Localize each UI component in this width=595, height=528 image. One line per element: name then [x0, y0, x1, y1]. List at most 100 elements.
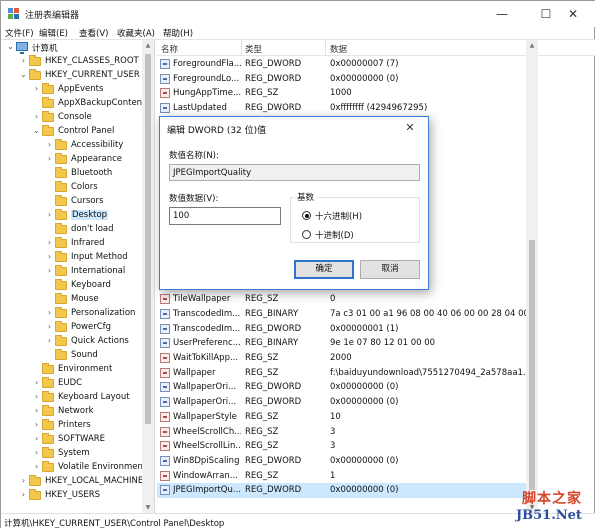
value-row[interactable]: WindowArran... REG_SZ 1	[157, 469, 526, 484]
value-row[interactable]: TranscodedIm... REG_BINARY 7a c3 01 00 a1 …	[157, 307, 526, 322]
tree-item[interactable]: › Infrared	[1, 237, 149, 251]
chevron-right-icon[interactable]: ›	[32, 420, 41, 429]
menu-edit[interactable]: 编辑(E)	[39, 27, 68, 39]
scroll-up-icon[interactable]: ▲	[526, 40, 538, 52]
chevron-right-icon[interactable]: ›	[45, 252, 54, 261]
decimal-radio-label[interactable]: 十进制(D)	[315, 229, 354, 241]
column-type-header[interactable]: 类型	[245, 43, 262, 55]
value-row[interactable]: WaitToKillApp... REG_SZ 2000	[157, 351, 526, 366]
dialog-close-icon[interactable]: ✕	[396, 119, 424, 137]
ok-button[interactable]: 确定	[294, 260, 354, 279]
value-row[interactable]: LastUpdated REG_DWORD 0xffffffff (42949672…	[157, 101, 526, 116]
value-row[interactable]: WallpaperOri... REG_DWORD 0x00000000 (0)	[157, 380, 526, 395]
chevron-right-icon[interactable]: ›	[45, 210, 54, 219]
value-row[interactable]: Wallpaper REG_SZ f:\baiduyundownload\75512…	[157, 366, 526, 381]
chevron-right-icon[interactable]: ›	[32, 406, 41, 415]
tree-item[interactable]: › Volatile Environment	[1, 461, 149, 475]
tree-item[interactable]: › Accessibility	[1, 139, 149, 153]
tree-item[interactable]: Bluetooth	[1, 167, 149, 181]
tree-item[interactable]: › Printers	[1, 419, 149, 433]
tree-item[interactable]: ⌄ HKEY_CURRENT_USER	[1, 69, 149, 83]
menu-view[interactable]: 查看(V)	[79, 27, 108, 39]
chevron-right-icon[interactable]: ›	[32, 112, 41, 121]
value-row[interactable]: UserPreferenc... REG_BINARY 9e 1e 07 80 12…	[157, 336, 526, 351]
minimize-icon[interactable]: —	[479, 1, 525, 27]
value-row[interactable]: TileWallpaper REG_SZ 0	[157, 292, 526, 307]
menu-favorites[interactable]: 收藏夹(A)	[117, 27, 155, 39]
hex-radio-label[interactable]: 十六进制(H)	[315, 210, 362, 222]
column-data-header[interactable]: 数据	[330, 43, 347, 55]
chevron-right-icon[interactable]: ›	[32, 378, 41, 387]
value-row[interactable]: ForegroundLo... REG_DWORD 0x00000000 (0)	[157, 72, 526, 87]
tree-scrollbar[interactable]: ▲ ▼	[142, 40, 154, 514]
list-scroll-thumb[interactable]	[529, 240, 535, 490]
chevron-right-icon[interactable]: ›	[32, 84, 41, 93]
value-row[interactable]: WallpaperOri... REG_DWORD 0x00000000 (0)	[157, 395, 526, 410]
tree-item[interactable]: › Desktop	[1, 209, 149, 223]
tree-item[interactable]: › EUDC	[1, 377, 149, 391]
tree-item[interactable]: ⌄ Control Panel	[1, 125, 149, 139]
chevron-right-icon[interactable]: ›	[19, 56, 28, 65]
chevron-down-icon[interactable]: ⌄	[32, 126, 41, 135]
tree-item[interactable]: Keyboard	[1, 279, 149, 293]
tree-item[interactable]: Mouse	[1, 293, 149, 307]
column-name-header[interactable]: 名称	[161, 43, 178, 55]
chevron-right-icon[interactable]: ›	[32, 392, 41, 401]
tree-item[interactable]: › Input Method	[1, 251, 149, 265]
tree-item[interactable]: › AppEvents	[1, 83, 149, 97]
tree-item[interactable]: › Keyboard Layout	[1, 391, 149, 405]
tree-item[interactable]: › Quick Actions	[1, 335, 149, 349]
chevron-right-icon[interactable]: ›	[19, 490, 28, 499]
value-row[interactable]: ForegroundFla... REG_DWORD 0x00000007 (7)	[157, 57, 526, 72]
tree-item[interactable]: › HKEY_LOCAL_MACHINE	[1, 475, 149, 489]
chevron-down-icon[interactable]: ⌄	[19, 70, 28, 79]
tree-item[interactable]: › Network	[1, 405, 149, 419]
decimal-radio[interactable]	[302, 230, 311, 239]
chevron-right-icon[interactable]: ›	[45, 238, 54, 247]
tree-item[interactable]: › HKEY_CLASSES_ROOT	[1, 55, 149, 69]
tree-item[interactable]: › Appearance	[1, 153, 149, 167]
value-row[interactable]: WheelScrollCh... REG_SZ 3	[157, 425, 526, 440]
tree-item[interactable]: AppXBackupContentType	[1, 97, 154, 111]
chevron-right-icon[interactable]: ›	[45, 336, 54, 345]
list-scrollbar[interactable]: ▲ ▼	[526, 40, 538, 514]
value-row[interactable]: JPEGImportQu... REG_DWORD 0x00000000 (0)	[157, 483, 526, 498]
chevron-right-icon[interactable]: ›	[32, 434, 41, 443]
chevron-right-icon[interactable]: ›	[45, 266, 54, 275]
value-row[interactable]: HungAppTime... REG_SZ 1000	[157, 86, 526, 101]
menu-help[interactable]: 帮助(H)	[163, 27, 193, 39]
hex-radio[interactable]	[302, 211, 311, 220]
value-row[interactable]: WallpaperStyle REG_SZ 10	[157, 410, 526, 425]
tree-item[interactable]: › Console	[1, 111, 149, 125]
chevron-right-icon[interactable]: ›	[45, 154, 54, 163]
chevron-right-icon[interactable]: ›	[32, 462, 41, 471]
chevron-right-icon[interactable]: ›	[45, 308, 54, 317]
column-divider[interactable]	[325, 40, 326, 56]
menu-file[interactable]: 文件(F)	[5, 27, 34, 39]
tree-item[interactable]: › International	[1, 265, 149, 279]
value-row[interactable]: Win8DpiScaling REG_DWORD 0x00000000 (0)	[157, 454, 526, 469]
value-row[interactable]: TranscodedIm... REG_DWORD 0x00000001 (1)	[157, 322, 526, 337]
chevron-right-icon[interactable]: ›	[45, 140, 54, 149]
value-data-input[interactable]: 100	[169, 207, 281, 225]
tree-item[interactable]: › HKEY_USERS	[1, 489, 149, 503]
tree-item[interactable]: Cursors	[1, 195, 149, 209]
chevron-down-icon[interactable]: ⌄	[6, 42, 15, 51]
chevron-right-icon[interactable]: ›	[45, 322, 54, 331]
value-row[interactable]: WheelScrollLin... REG_SZ 3	[157, 439, 526, 454]
tree-item[interactable]: › SOFTWARE	[1, 433, 149, 447]
tree-item[interactable]: Sound	[1, 349, 149, 363]
tree-item[interactable]: ⌄ 计算机	[1, 41, 149, 55]
tree-item[interactable]: Environment	[1, 363, 149, 377]
close-icon[interactable]: ✕	[550, 1, 595, 27]
tree-item[interactable]: › System	[1, 447, 149, 461]
tree-scroll-thumb[interactable]	[145, 54, 151, 424]
tree-item[interactable]: › PowerCfg	[1, 321, 149, 335]
tree-item[interactable]: Colors	[1, 181, 149, 195]
tree-item[interactable]: don't load	[1, 223, 149, 237]
tree-item[interactable]: › Personalization	[1, 307, 149, 321]
chevron-right-icon[interactable]: ›	[32, 448, 41, 457]
column-divider[interactable]	[241, 40, 242, 56]
chevron-right-icon[interactable]: ›	[19, 476, 28, 485]
scroll-up-icon[interactable]: ▲	[142, 40, 154, 52]
